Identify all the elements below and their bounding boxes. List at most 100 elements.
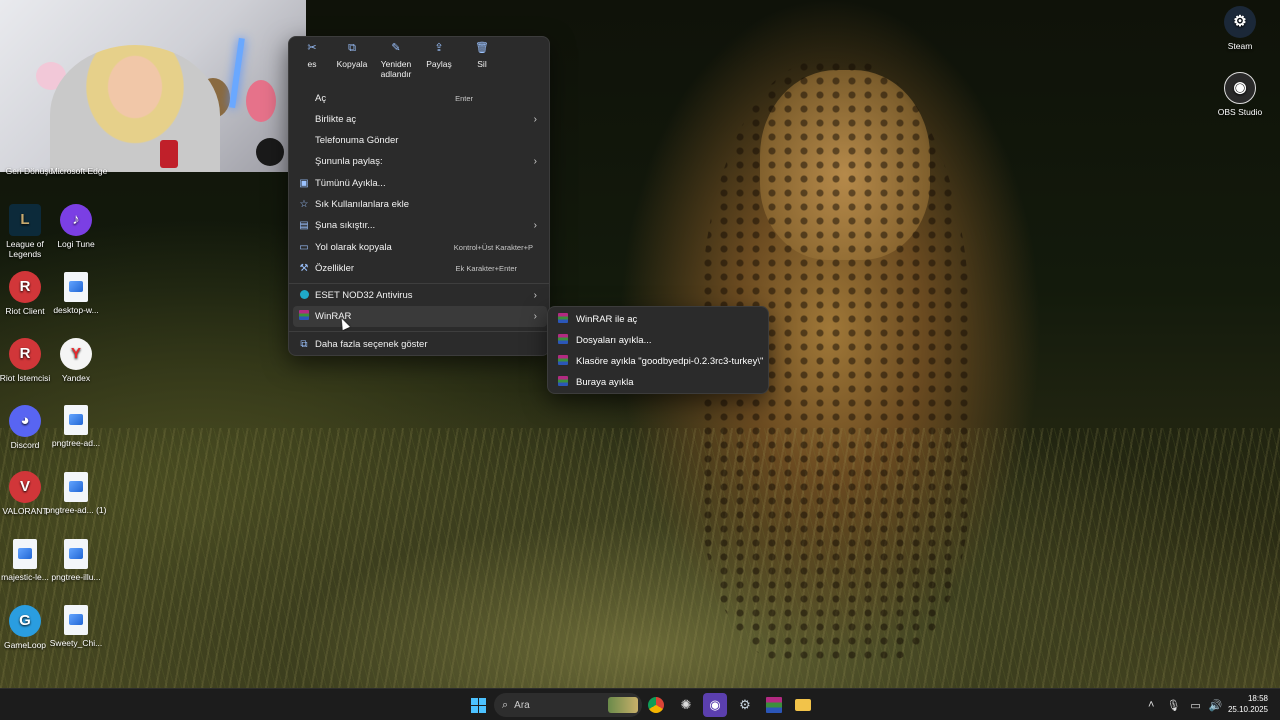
desktop-icon-yandex[interactable]: Y Yandex <box>43 338 109 383</box>
desktop-icon-label: desktop-w... <box>53 305 99 315</box>
delete-button[interactable]: 🗑 Sil <box>461 43 503 70</box>
riot-client-icon: R <box>9 338 41 370</box>
clock-date: 25.10.2025 <box>1227 705 1268 714</box>
rename-button[interactable]: ✎ Yeniden adlandır <box>375 42 417 80</box>
share-label: Paylaş <box>426 59 452 69</box>
menu-item-more-options[interactable]: ⧉ Daha fazla seçenek göster <box>293 334 547 355</box>
menu-item-label: Şuna sıkıştır... <box>315 220 376 231</box>
share-button[interactable]: ⇪ Paylaş <box>418 43 460 70</box>
taskbar-obs[interactable]: ◉ <box>703 693 727 717</box>
desktop-icon-label: Sweety_Chi... <box>49 638 103 648</box>
submenu-item-label: Klasöre ayıkla "goodbyedpi-0.2.3rc3-turk… <box>576 356 764 367</box>
menu-item-properties[interactable]: ⚒ Özellikler Ek Karakter+Enter <box>293 258 547 279</box>
system-tray: ˄ 🎙 ▭ 🔊 <box>1148 689 1223 720</box>
desktop-icon-logi-tune[interactable]: ♪ Logi Tune <box>43 204 109 249</box>
wrench-icon: ⚒ <box>299 263 309 274</box>
winrar-icon <box>552 376 574 389</box>
winrar-icon <box>293 310 315 323</box>
desktop-icon-pngtree-illu[interactable]: pngtree-illu... <box>43 539 109 582</box>
menu-item-shortcut: Ek Karakter+Enter <box>455 264 518 273</box>
image-file-icon <box>64 539 88 569</box>
taskbar-app-spinner[interactable]: ✺ <box>674 693 698 717</box>
taskbar-file-explorer[interactable] <box>791 693 815 717</box>
cut-icon: ✂ <box>307 42 317 54</box>
menu-item-open-with[interactable]: Birlikte aç › <box>293 109 547 130</box>
image-file-icon <box>64 405 88 435</box>
volume-icon[interactable]: 🔊 <box>1209 699 1223 712</box>
extract-icon: ▣ <box>299 178 309 189</box>
chevron-up-icon[interactable]: ˄ <box>1148 699 1154 711</box>
winrar-icon <box>552 334 574 347</box>
menu-item-winrar[interactable]: WinRAR › <box>293 306 547 327</box>
context-menu: ✂ es ⧉ Kopyala ✎ Yeniden adlandır ⇪ Payl… <box>288 36 550 356</box>
menu-item-eset[interactable]: ESET NOD32 Antivirus › <box>293 285 547 306</box>
network-icon[interactable]: ▭ <box>1190 699 1200 712</box>
menu-item-send-to-phone[interactable]: Telefonuma Gönder <box>293 130 547 151</box>
webcam-overlay <box>0 0 306 172</box>
rename-label: Yeniden adlandır <box>380 59 412 79</box>
winrar-icon <box>766 697 782 713</box>
submenu-item-extract-files[interactable]: Dosyaları ayıkla... <box>552 330 766 351</box>
desktop-icon-steam[interactable]: ⚙ Steam <box>1207 6 1273 51</box>
menu-item-label: Telefonuma Gönder <box>315 135 399 146</box>
obs-icon: ◉ <box>709 697 721 712</box>
menu-item-add-favorites[interactable]: ☆ Sık Kullanılanlara ekle <box>293 194 547 215</box>
copy-button[interactable]: ⧉ Kopyala <box>331 42 373 70</box>
desktop-icon-label: Yandex <box>61 373 91 383</box>
desktop-icon-obs-studio[interactable]: ◉ OBS Studio <box>1207 72 1273 117</box>
desktop-icon-pngtree-ad[interactable]: pngtree-ad... <box>43 405 109 448</box>
desktop-icon-label: Logi Tune <box>57 239 95 249</box>
rename-icon: ✎ <box>391 42 401 54</box>
submenu-item-extract-to-folder[interactable]: Klasöre ayıkla "goodbyedpi-0.2.3rc3-turk… <box>552 351 766 372</box>
image-file-icon <box>64 272 88 302</box>
taskbar-chrome[interactable] <box>644 693 668 717</box>
cut-label: es <box>307 59 317 69</box>
steam-icon: ⚙ <box>1224 6 1256 38</box>
search-placeholder: Ara <box>514 699 530 711</box>
submenu-item-label: Dosyaları ayıkla... <box>576 335 652 346</box>
desktop-icon-label: OBS Studio <box>1217 107 1263 117</box>
desktop-icon-edge[interactable]: Microsoft Edge <box>46 166 112 176</box>
cut-button[interactable]: ✂ es <box>291 42 333 70</box>
desktop-icon-label: pngtree-ad... <box>51 438 101 448</box>
menu-item-label: Şununla paylaş: <box>315 156 383 167</box>
menu-item-label: ESET NOD32 Antivirus <box>315 290 413 301</box>
copy-label: Kopyala <box>336 59 368 69</box>
submenu-item-open-with-winrar[interactable]: WinRAR ile aç <box>552 309 766 330</box>
search-highlight-icon <box>608 697 638 713</box>
obs-icon: ◉ <box>1224 72 1256 104</box>
wallpaper-grass <box>0 428 1280 688</box>
menu-item-shortcut: Enter <box>455 94 473 103</box>
menu-item-extract-all[interactable]: ▣ Tümünü Ayıkla... <box>293 173 547 194</box>
taskbar-steam[interactable]: ⚙ <box>733 693 757 717</box>
clock[interactable]: 18:58 25.10.2025 <box>1228 693 1268 715</box>
start-button[interactable] <box>466 693 490 717</box>
microphone-icon[interactable]: 🎙 <box>1166 699 1180 712</box>
menu-item-compress-to[interactable]: ▤ Şuna sıkıştır... › <box>293 215 547 236</box>
menu-item-copy-as-path[interactable]: ▭ Yol olarak kopyala Kontrol+Üst Karakte… <box>293 237 547 258</box>
menu-item-share-with[interactable]: Şununla paylaş: › <box>293 151 547 172</box>
folder-icon <box>795 699 811 711</box>
copy-icon: ⧉ <box>348 42 356 54</box>
taskbar: ⌕ Ara ✺ ◉ ⚙ ˄ 🎙 ▭ 🔊 18:58 25.10.2025 <box>0 688 1280 720</box>
context-menu-toolbar: ✂ es ⧉ Kopyala ✎ Yeniden adlandır ⇪ Payl… <box>289 37 549 87</box>
more-options-icon: ⧉ <box>300 339 308 350</box>
chevron-right-icon: › <box>533 311 537 322</box>
winrar-icon <box>552 313 574 326</box>
chrome-icon <box>648 697 664 713</box>
menu-item-open[interactable]: Aç Enter <box>293 88 547 109</box>
submenu-item-extract-here[interactable]: Buraya ayıkla <box>552 372 766 393</box>
yandex-icon: Y <box>60 338 92 370</box>
desktop-icon-desktop-w[interactable]: desktop-w... <box>43 272 109 315</box>
desktop-icon-pngtree-ad-1[interactable]: pngtree-ad... (1) <box>43 472 109 515</box>
delete-label: Sil <box>477 59 487 69</box>
taskbar-winrar[interactable] <box>762 693 786 717</box>
desktop-icon-sweety-chi[interactable]: Sweety_Chi... <box>43 605 109 648</box>
logi-tune-icon: ♪ <box>60 204 92 236</box>
chevron-right-icon: › <box>533 114 537 125</box>
image-file-icon <box>64 605 88 635</box>
compress-icon: ▤ <box>299 220 309 231</box>
steam-icon: ⚙ <box>739 697 751 712</box>
search-input[interactable]: ⌕ Ara <box>494 693 642 717</box>
eset-icon <box>293 289 315 302</box>
